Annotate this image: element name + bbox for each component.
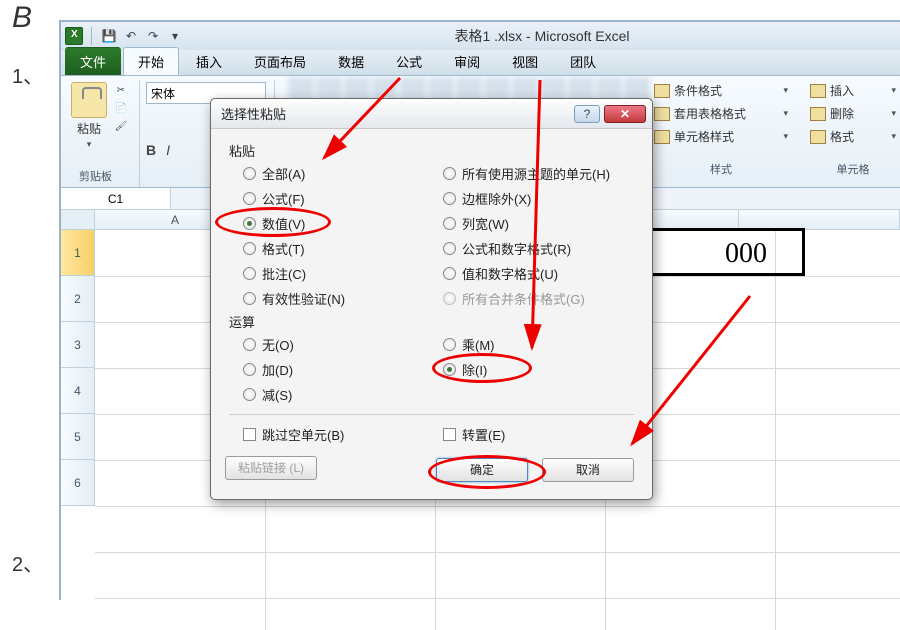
- ribbon-tabs: 文件 开始 插入 页面布局 数据 公式 审阅 视图 团队: [61, 50, 900, 76]
- qat-redo-icon[interactable]: ↷: [144, 27, 162, 45]
- excel-icon: [65, 27, 83, 45]
- radio-op-mul[interactable]: 乘(M): [443, 335, 653, 354]
- paste-label: 粘贴: [77, 120, 101, 137]
- radio-validation[interactable]: 有效性验证(N): [243, 289, 443, 308]
- radio-formula[interactable]: 公式(F): [243, 189, 443, 208]
- radio-op-sub[interactable]: 减(S): [243, 385, 443, 404]
- format-painter-icon[interactable]: 🖌: [111, 118, 131, 134]
- name-box[interactable]: C1: [61, 188, 171, 209]
- italic-button[interactable]: I: [166, 142, 170, 158]
- rowhead-6[interactable]: 6: [61, 460, 94, 506]
- copy-icon[interactable]: 📄: [111, 100, 131, 116]
- qat-dropdown-icon[interactable]: ▾: [166, 27, 184, 45]
- paste-icon: [71, 82, 107, 118]
- check-transpose[interactable]: 转置(E): [443, 425, 653, 444]
- qat-save-icon[interactable]: 💾: [100, 27, 118, 45]
- radio-all[interactable]: 全部(A): [243, 164, 443, 183]
- rowhead-3[interactable]: 3: [61, 322, 94, 368]
- dialog-titlebar[interactable]: 选择性粘贴 ? ✕: [211, 99, 652, 129]
- insert-icon: [810, 84, 826, 98]
- dialog-help-button[interactable]: ?: [574, 105, 600, 123]
- insert-button[interactable]: 插入▾: [808, 80, 898, 101]
- radio-formula-num[interactable]: 公式和数字格式(R): [443, 239, 653, 258]
- radio-colwidth[interactable]: 列宽(W): [443, 214, 653, 233]
- format-as-table-button[interactable]: 套用表格格式▾: [652, 103, 790, 124]
- annotation-step-2: 2、: [12, 548, 43, 577]
- tab-review[interactable]: 审阅: [439, 47, 495, 75]
- titlebar: 💾 ↶ ↷ ▾ 表格1 .xlsx - Microsoft Excel: [61, 22, 900, 50]
- radio-op-add[interactable]: 加(D): [243, 360, 443, 379]
- check-skip-blank[interactable]: 跳过空单元(B): [243, 425, 443, 444]
- radio-format[interactable]: 格式(T): [243, 239, 443, 258]
- dialog-title: 选择性粘贴: [221, 104, 286, 123]
- radio-value[interactable]: 数值(V): [243, 214, 443, 233]
- tab-insert[interactable]: 插入: [181, 47, 237, 75]
- copy-marquee: [633, 228, 805, 276]
- radio-op-none[interactable]: 无(O): [243, 335, 443, 354]
- colhead-e[interactable]: [739, 210, 900, 229]
- cell-style-icon: [654, 130, 670, 144]
- table-format-icon: [654, 107, 670, 121]
- radio-noborder[interactable]: 边框除外(X): [443, 189, 653, 208]
- tab-file[interactable]: 文件: [65, 47, 121, 75]
- window-title: 表格1 .xlsx - Microsoft Excel: [184, 26, 900, 46]
- radio-value-num[interactable]: 值和数字格式(U): [443, 264, 653, 283]
- cut-icon[interactable]: ✂: [111, 82, 131, 98]
- styles-group: 条件格式▾ 套用表格格式▾ 单元格样式▾ 样式: [652, 80, 790, 177]
- tab-layout[interactable]: 页面布局: [239, 47, 321, 75]
- delete-button[interactable]: 删除▾: [808, 103, 898, 124]
- paste-drop-icon[interactable]: ▾: [87, 139, 92, 150]
- clipboard-group-label: 剪贴板: [79, 168, 112, 184]
- dialog-close-button[interactable]: ✕: [604, 105, 646, 123]
- rowhead-1[interactable]: 1: [61, 230, 94, 276]
- format-button[interactable]: 格式▾: [808, 126, 898, 147]
- clipboard-group: 粘贴 ▾ ✂ 📄 🖌 剪贴板: [67, 80, 140, 187]
- tab-formula[interactable]: 公式: [381, 47, 437, 75]
- cond-format-icon: [654, 84, 670, 98]
- format-icon: [810, 130, 826, 144]
- rowhead-2[interactable]: 2: [61, 276, 94, 322]
- tab-home[interactable]: 开始: [123, 47, 179, 75]
- paste-special-dialog: 选择性粘贴 ? ✕ 粘贴 全部(A) 所有使用源主题的单元(H) 公式(F) 边…: [210, 98, 653, 500]
- qat-undo-icon[interactable]: ↶: [122, 27, 140, 45]
- operation-section-label: 运算: [229, 312, 638, 331]
- cells-group: 插入▾ 删除▾ 格式▾ 单元格: [808, 80, 898, 177]
- tab-data[interactable]: 数据: [323, 47, 379, 75]
- radio-comment[interactable]: 批注(C): [243, 264, 443, 283]
- tab-view[interactable]: 视图: [497, 47, 553, 75]
- delete-icon: [810, 107, 826, 121]
- cancel-button[interactable]: 取消: [542, 458, 634, 482]
- bold-button[interactable]: B: [146, 142, 156, 158]
- annotation-step-1: 1、: [12, 60, 43, 89]
- paste-link-button: 粘贴链接 (L): [225, 456, 317, 480]
- rowhead-5[interactable]: 5: [61, 414, 94, 460]
- radio-merge-cond: 所有合并条件格式(G): [443, 289, 653, 308]
- styles-group-label: 样式: [652, 161, 790, 177]
- radio-op-div[interactable]: 除(I): [443, 360, 653, 379]
- select-all-corner[interactable]: [61, 210, 95, 230]
- paste-section-label: 粘贴: [229, 141, 638, 160]
- cells-group-label: 单元格: [808, 161, 898, 177]
- conditional-format-button[interactable]: 条件格式▾: [652, 80, 790, 101]
- ok-button[interactable]: 确定: [436, 458, 528, 482]
- rowhead-4[interactable]: 4: [61, 368, 94, 414]
- radio-theme[interactable]: 所有使用源主题的单元(H): [443, 164, 653, 183]
- tab-team[interactable]: 团队: [555, 47, 611, 75]
- cell-styles-button[interactable]: 单元格样式▾: [652, 126, 790, 147]
- row-headers[interactable]: 1 2 3 4 5 6: [61, 230, 95, 506]
- annotation-letter: B: [12, 1, 32, 35]
